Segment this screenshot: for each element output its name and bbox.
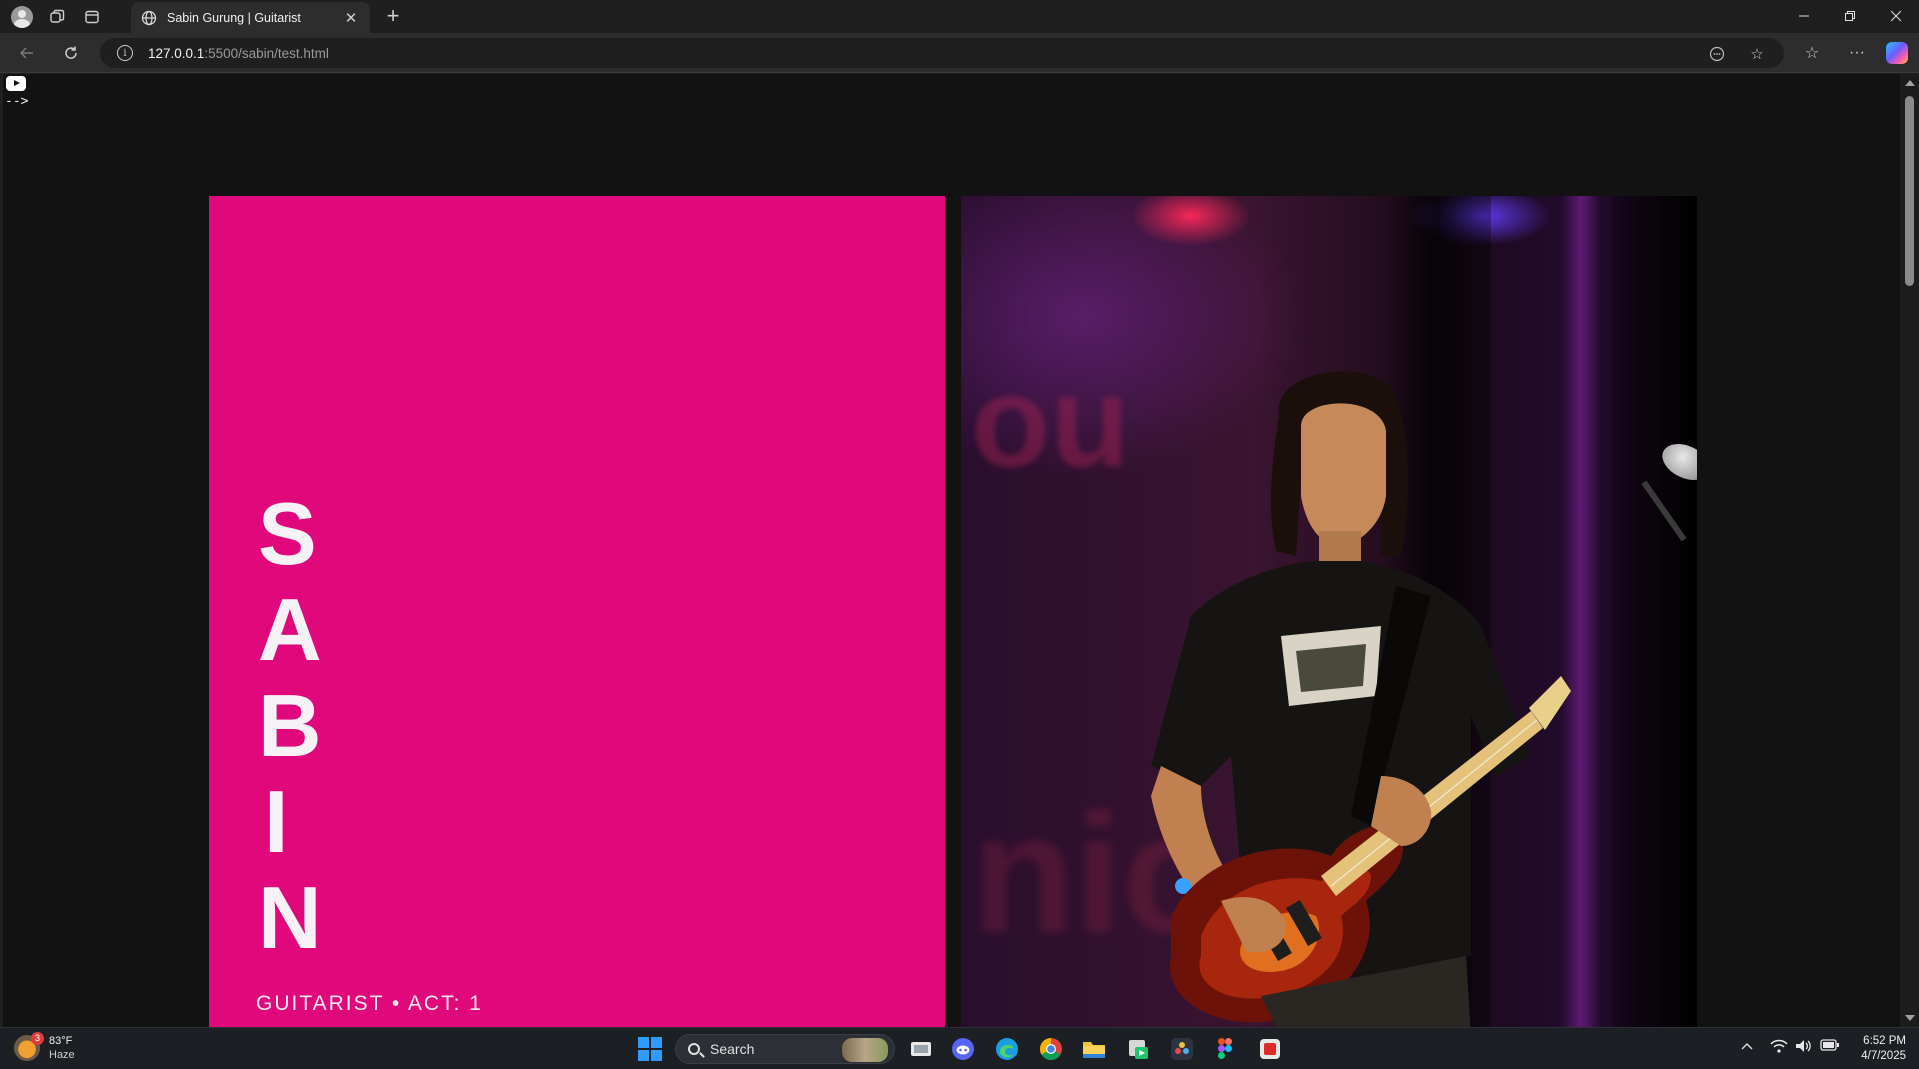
clock-date: 4/7/2025 <box>1861 1050 1906 1062</box>
chrome-icon <box>1040 1038 1062 1060</box>
favorite-star-icon[interactable]: ☆ <box>1748 45 1766 63</box>
weather-condition: Haze <box>49 1049 75 1061</box>
restore-icon <box>1845 11 1855 21</box>
clock-time: 6:52 PM <box>1863 1035 1906 1047</box>
browser-toolbar: i 127.0.0.1:5500/sabin/test.html ☆ ☆ ··· <box>0 33 1919 73</box>
taskbar-task-view[interactable] <box>908 1036 934 1062</box>
scroll-up-arrow-icon[interactable] <box>1905 80 1915 86</box>
search-label: Search <box>710 1041 755 1057</box>
profile-avatar-icon <box>11 5 33 28</box>
name-letter: A <box>258 580 322 679</box>
chevron-up-icon <box>1741 1043 1753 1050</box>
workspaces-button[interactable] <box>44 4 70 30</box>
scroll-down-arrow-icon[interactable] <box>1905 1015 1915 1021</box>
hero-photo: ou nic <box>961 196 1697 1027</box>
guitarist-figure <box>1151 371 1571 1027</box>
video-play-icon[interactable] <box>6 76 26 91</box>
tab-title: Sabin Gurung | Guitarist <box>167 10 301 25</box>
taskbar-red-app[interactable] <box>1257 1036 1283 1062</box>
refresh-button[interactable] <box>57 40 85 66</box>
vertical-name: S A B I N <box>258 486 348 966</box>
taskbar-media-app[interactable] <box>1125 1036 1151 1062</box>
minimize-icon <box>1799 15 1809 17</box>
tab-strip: Sabin Gurung | Guitarist ✕ + <box>0 0 1919 33</box>
name-letter: S <box>258 484 317 583</box>
folder-icon <box>1083 1042 1105 1058</box>
globe-icon <box>141 10 157 25</box>
workspaces-icon <box>50 9 65 23</box>
media-player-icon <box>1129 1040 1148 1059</box>
windows-taskbar: 3 83°F Haze Search 6:52 PM 4/7/2025 <box>0 1027 1919 1069</box>
page-viewport: --> S A B I N GUITARIST • ACT: 1 ou nic <box>3 74 1900 1027</box>
weather-temp: 83°F <box>49 1035 73 1047</box>
tab-active[interactable]: Sabin Gurung | Guitarist ✕ <box>131 2 370 33</box>
taskbar-discord[interactable] <box>950 1036 976 1062</box>
name-letter: N <box>258 868 322 967</box>
taskbar-edge[interactable] <box>994 1036 1020 1062</box>
edge-icon <box>996 1038 1018 1060</box>
taskbar-clock[interactable]: 6:52 PM 4/7/2025 <box>1846 1034 1906 1064</box>
stray-comment-text: --> <box>5 94 29 109</box>
taskbar-figma[interactable] <box>1212 1036 1238 1062</box>
back-button[interactable] <box>13 40 41 66</box>
favorites-icon: ☆ <box>1804 45 1820 62</box>
name-letter: B <box>258 676 322 775</box>
taskbar-chrome[interactable] <box>1038 1036 1064 1062</box>
tab-close-icon[interactable]: ✕ <box>342 9 360 27</box>
back-arrow-icon <box>19 47 33 59</box>
battery-icon[interactable] <box>1820 1039 1840 1054</box>
weather-widget[interactable]: 3 83°F Haze <box>14 1032 75 1062</box>
favorites-button[interactable]: ☆ <box>1798 40 1826 66</box>
tab-actions-icon <box>85 10 99 23</box>
taskbar-davinci[interactable] <box>1169 1036 1195 1062</box>
red-app-icon <box>1260 1039 1280 1059</box>
figma-icon <box>1218 1038 1232 1059</box>
scroll-thumb[interactable] <box>1905 96 1914 286</box>
task-view-icon <box>911 1042 931 1056</box>
new-tab-button[interactable]: + <box>381 4 405 28</box>
refresh-icon <box>65 46 77 59</box>
hero-subtitle: GUITARIST • ACT: 1 <box>256 992 483 1015</box>
volume-icon[interactable] <box>1795 1039 1813 1056</box>
minimize-button[interactable] <box>1781 0 1827 32</box>
stage-curtain <box>1611 196 1697 1027</box>
weather-icon: 3 <box>14 1032 44 1061</box>
weather-text: 83°F Haze <box>49 1034 75 1062</box>
url-path: :5500/sabin/test.html <box>204 45 329 61</box>
taskbar-search[interactable]: Search <box>675 1034 895 1064</box>
copilot-icon[interactable] <box>1886 42 1908 64</box>
restore-button[interactable] <box>1827 0 1873 32</box>
profile-button[interactable] <box>9 4 35 30</box>
windows-logo-icon <box>638 1037 662 1061</box>
notification-badge: 3 <box>31 1032 44 1045</box>
hero-name-panel: S A B I N GUITARIST • ACT: 1 <box>209 196 945 1027</box>
reader-mode-icon[interactable] <box>1708 45 1726 63</box>
wifi-icon[interactable] <box>1770 1039 1788 1056</box>
address-bar[interactable]: i 127.0.0.1:5500/sabin/test.html ☆ <box>100 38 1784 68</box>
close-icon <box>1890 10 1902 22</box>
search-icon <box>688 1043 700 1055</box>
close-window-button[interactable] <box>1873 0 1919 32</box>
taskbar-file-explorer[interactable] <box>1081 1036 1107 1062</box>
search-highlight-image <box>842 1038 888 1062</box>
discord-icon <box>952 1038 974 1060</box>
more-icon: ··· <box>1849 44 1865 61</box>
show-hidden-icons-button[interactable] <box>1741 1039 1753 1054</box>
page-scrollbar[interactable] <box>1900 74 1919 1027</box>
site-info-icon[interactable]: i <box>117 45 133 61</box>
vertical-tabs-button[interactable] <box>79 4 105 30</box>
name-letter: I <box>264 772 289 871</box>
start-button[interactable] <box>637 1036 663 1062</box>
more-options-button[interactable]: ··· <box>1843 40 1871 66</box>
url-host: 127.0.0.1 <box>148 45 205 61</box>
davinci-resolve-icon <box>1171 1038 1193 1060</box>
